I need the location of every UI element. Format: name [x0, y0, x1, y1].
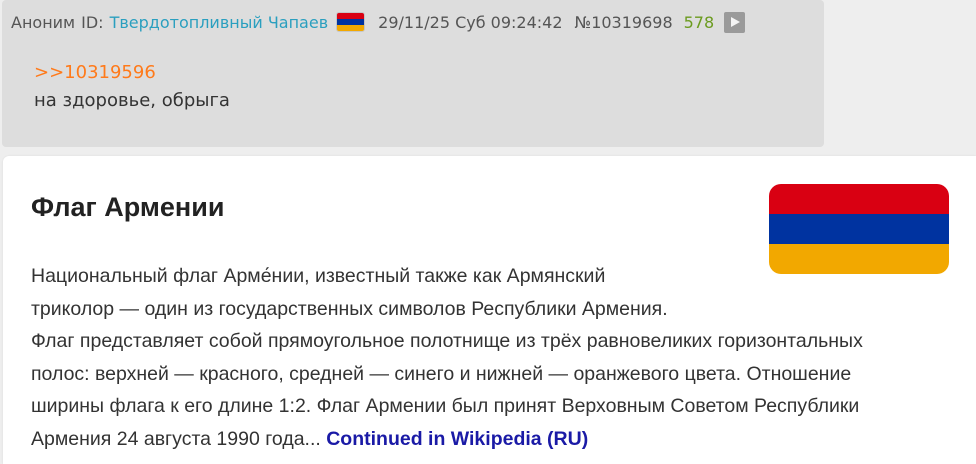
post-date: 29/11/25 Суб 09:24:42 [378, 12, 563, 32]
card-text-line: ширины флага к его длине 1:2. Флаг Армен… [31, 395, 860, 418]
card-text-last-line: Армения 24 августа 1990 года... Continue… [31, 423, 951, 456]
post-reply-count: 578 [683, 12, 715, 32]
card-body: Национальный флаг Арме́нии, известный та… [31, 260, 951, 456]
post-id-label: ID: [81, 12, 104, 32]
post-text: на здоровье, обрыга [34, 90, 230, 111]
card-text-line: полос: верхней — красного, средней — син… [31, 362, 852, 385]
play-icon[interactable] [724, 11, 746, 33]
card-text-line: триколор — один из государственных симво… [31, 297, 668, 320]
poster-name[interactable]: Твердотопливный Чапаев [110, 13, 329, 32]
armenia-flag-icon [337, 13, 365, 31]
post-header: Аноним ID: Твердотопливный Чапаев 29/11/… [11, 11, 746, 33]
wikipedia-link[interactable]: Continued in Wikipedia (RU) [326, 428, 588, 450]
reply-link[interactable]: >>10319596 [34, 62, 156, 83]
post-author: Аноним [11, 12, 76, 32]
card-text-line: Национальный флаг Арме́нии, известный та… [31, 265, 606, 287]
post-number[interactable]: №10319698 [575, 13, 673, 32]
card-text-tail: Армения 24 августа 1990 года... [31, 427, 327, 450]
card-title: Флаг Армении [31, 192, 225, 222]
wiki-card: Флаг Армении Национальный флаг Арме́нии,… [3, 156, 976, 464]
post: Аноним ID: Твердотопливный Чапаев 29/11/… [2, 0, 824, 147]
card-text-line: Флаг представляет собой прямоугольное по… [31, 330, 863, 353]
